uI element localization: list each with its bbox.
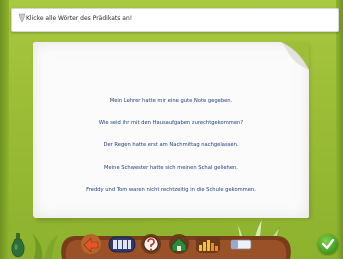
sound-bars-icon[interactable] bbox=[194, 233, 222, 255]
eraser-icon[interactable] bbox=[228, 233, 254, 255]
help-icon[interactable] bbox=[140, 233, 162, 255]
bottom-toolbar bbox=[58, 230, 294, 259]
app-scene: Klicke alle Wörter des Prädikats an! Mei… bbox=[0, 0, 343, 259]
home-icon[interactable] bbox=[168, 233, 190, 255]
exercise-paper: Mein Lehrer hatte mir eine gute Note geg… bbox=[33, 42, 309, 218]
frame-left bbox=[0, 0, 9, 259]
keyboard-icon[interactable] bbox=[108, 233, 136, 255]
back-arrow-icon[interactable] bbox=[80, 233, 102, 255]
sentence-1[interactable]: Mein Lehrer hatte mir eine gute Note geg… bbox=[33, 98, 309, 104]
check-icon bbox=[321, 238, 335, 250]
instruction-bar: Klicke alle Wörter des Prädikats an! bbox=[11, 8, 339, 32]
plant-decoration-left bbox=[32, 233, 58, 259]
instruction-text: Klicke alle Wörter des Prädikats an! bbox=[26, 15, 133, 22]
sentence-5[interactable]: Freddy und Tom waren nicht rechtzeitig i… bbox=[33, 187, 309, 193]
ok-button[interactable] bbox=[318, 234, 338, 254]
sentence-4[interactable]: Meine Schwester hatte sich meinen Schal … bbox=[33, 165, 309, 171]
sentence-2[interactable]: Wie seid ihr mit den Hausaufgaben zurech… bbox=[33, 120, 309, 126]
frame-right bbox=[336, 0, 343, 259]
potion-bottle-icon bbox=[11, 233, 25, 258]
pin-icon bbox=[18, 13, 26, 23]
sentence-3[interactable]: Der Regen hatte erst am Nachmittag nachg… bbox=[33, 142, 309, 148]
paper-curl bbox=[281, 42, 309, 70]
